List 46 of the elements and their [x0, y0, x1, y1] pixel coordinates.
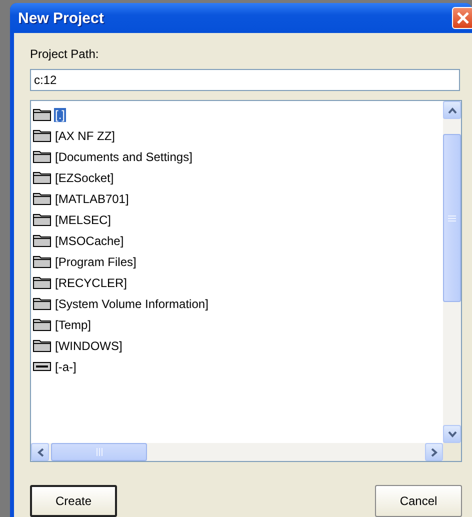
folder-icon	[33, 234, 51, 247]
scroll-thumb[interactable]	[51, 443, 147, 461]
cancel-button[interactable]: Cancel	[375, 485, 462, 517]
grip-icon	[448, 214, 456, 222]
folder-item[interactable]: [AX NF ZZ]	[33, 125, 441, 146]
folder-item[interactable]: [MELSEC]	[33, 209, 441, 230]
folder-item[interactable]: [Program Files]	[33, 251, 441, 272]
create-button[interactable]: Create	[30, 485, 117, 517]
scroll-thumb[interactable]	[443, 134, 461, 302]
folder-item[interactable]: [WINDOWS]	[33, 335, 441, 356]
scroll-up-button[interactable]	[443, 101, 461, 119]
close-button[interactable]	[452, 7, 472, 29]
folder-item[interactable]: [-a-]	[33, 356, 441, 377]
close-icon	[457, 12, 469, 24]
folder-icon	[33, 213, 51, 226]
folder-icon	[33, 171, 51, 184]
scroll-left-button[interactable]	[31, 443, 49, 461]
folder-icon	[33, 297, 51, 310]
folder-icon	[33, 318, 51, 331]
grip-icon	[96, 448, 102, 456]
chevron-right-icon	[430, 448, 438, 456]
scroll-down-button[interactable]	[443, 425, 461, 443]
folder-item[interactable]: [EZSocket]	[33, 167, 441, 188]
folder-icon	[33, 255, 51, 268]
chevron-down-icon	[448, 430, 456, 438]
chevron-left-icon	[36, 448, 44, 456]
folder-item[interactable]: [MATLAB701]	[33, 188, 441, 209]
folder-item[interactable]: [Temp]	[33, 314, 441, 335]
folder-icon	[33, 192, 51, 205]
folder-item[interactable]: [System Volume Information]	[33, 293, 441, 314]
folder-icon	[33, 108, 51, 121]
scroll-right-button[interactable]	[425, 443, 443, 461]
drive-icon	[33, 360, 51, 373]
scrollbar-corner	[443, 443, 461, 461]
chevron-up-icon	[448, 106, 456, 114]
window-title: New Project	[18, 10, 104, 26]
folder-icon	[33, 276, 51, 289]
folder-item[interactable]: [Documents and Settings]	[33, 146, 441, 167]
field-label: Project Path:	[30, 47, 99, 61]
folder-item[interactable]: [MSOCache]	[33, 230, 441, 251]
folder-icon	[33, 150, 51, 163]
folder-icon	[33, 339, 51, 352]
folder-icon	[33, 129, 51, 142]
folder-item[interactable]: [RECYCLER]	[33, 272, 441, 293]
folder-item[interactable]: [.]	[33, 104, 441, 125]
path-field[interactable]: c:12	[30, 69, 460, 91]
